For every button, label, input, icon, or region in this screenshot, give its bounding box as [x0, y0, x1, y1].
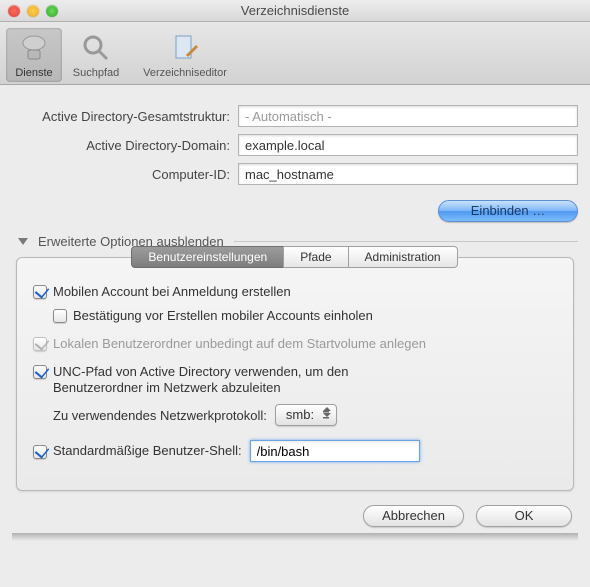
domain-label: Active Directory-Domain: [12, 138, 238, 153]
default-shell-label: Standardmäßige Benutzer-Shell: [53, 443, 242, 459]
forest-input[interactable] [238, 105, 578, 127]
toolbar-services-label: Dienste [6, 67, 62, 79]
mobile-account-checkbox[interactable] [33, 285, 47, 299]
tab-paths[interactable]: Pfade [283, 246, 348, 268]
divider [234, 241, 578, 242]
bind-button[interactable]: Einbinden … [438, 200, 578, 222]
local-home-label: Lokalen Benutzerordner unbedingt auf dem… [53, 336, 426, 352]
unc-path-checkbox[interactable] [33, 365, 47, 379]
drop-shadow [12, 533, 578, 541]
document-pencil-icon [169, 32, 201, 64]
disclosure-triangle-icon[interactable] [18, 238, 28, 245]
window-title: Verzeichnisdienste [0, 3, 590, 18]
toolbar-services[interactable]: Dienste [6, 28, 62, 82]
forest-label: Active Directory-Gesamtstruktur: [12, 109, 238, 124]
stepper-icon [323, 407, 331, 417]
toolbar-searchpath-label: Suchpfad [68, 67, 124, 79]
unc-path-label: UNC-Pfad von Active Directory verwenden,… [53, 364, 403, 396]
protocol-select[interactable]: smb: [275, 404, 337, 426]
computer-id-input[interactable] [238, 163, 578, 185]
default-shell-input[interactable] [250, 440, 420, 462]
protocol-value: smb: [286, 407, 314, 422]
toolbar: Dienste Suchpfad Verzeichniseditor [0, 22, 590, 85]
magnifier-icon [80, 32, 112, 64]
default-shell-checkbox[interactable] [33, 445, 47, 459]
toolbar-searchpath[interactable]: Suchpfad [68, 28, 124, 82]
local-home-checkbox [33, 337, 47, 351]
protocol-label: Zu verwendendes Netzwerkprotokoll: [53, 408, 267, 423]
globe-server-icon [18, 32, 50, 64]
cancel-button[interactable]: Abbrechen [363, 505, 464, 527]
ok-button[interactable]: OK [476, 505, 572, 527]
mobile-account-label: Mobilen Account bei Anmeldung erstellen [53, 284, 291, 300]
advanced-options-group: Benutzereinstellungen Pfade Administrati… [16, 257, 574, 491]
toolbar-directory-editor[interactable]: Verzeichniseditor [130, 28, 240, 82]
titlebar: Verzeichnisdienste [0, 0, 590, 22]
toolbar-editor-label: Verzeichniseditor [130, 67, 240, 79]
confirm-mobile-checkbox[interactable] [53, 309, 67, 323]
tab-user-settings[interactable]: Benutzereinstellungen [131, 246, 284, 268]
tab-administration[interactable]: Administration [348, 246, 458, 268]
domain-input[interactable] [238, 134, 578, 156]
computer-id-label: Computer-ID: [12, 167, 238, 182]
confirm-mobile-label: Bestätigung vor Erstellen mobiler Accoun… [73, 308, 373, 324]
